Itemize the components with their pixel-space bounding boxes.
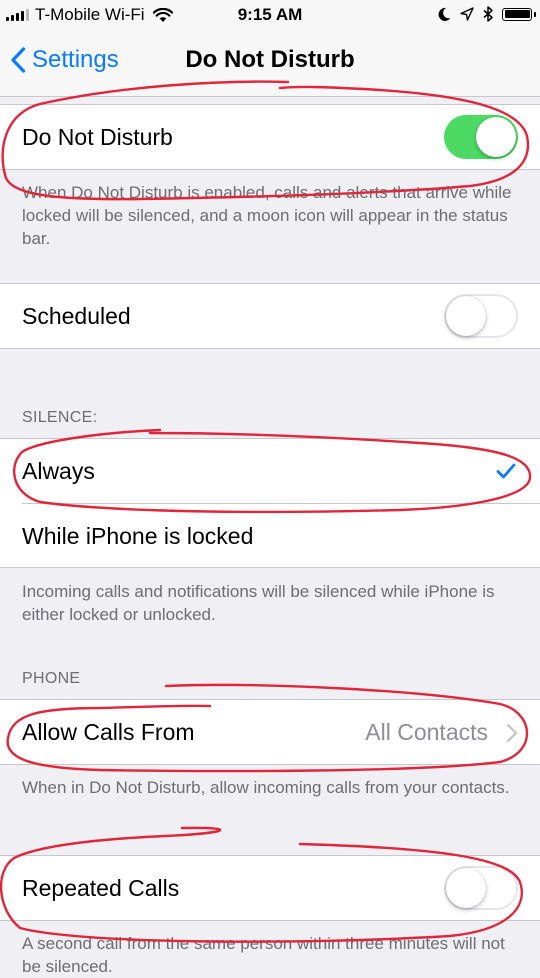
phone-section-header: PHONE xyxy=(22,670,81,687)
do-not-disturb-cell: Do Not Disturb xyxy=(0,104,540,170)
do-not-disturb-toggle[interactable] xyxy=(444,115,518,159)
repeated-calls-footer: A second call from the same person withi… xyxy=(22,934,505,976)
checkmark-icon xyxy=(496,463,516,479)
allow-calls-from-footer: When in Do Not Disturb, allow incoming c… xyxy=(22,778,510,797)
repeated-calls-cell: Repeated Calls xyxy=(0,855,540,921)
allow-calls-from-value: All Contacts xyxy=(365,719,488,745)
toggle-knob xyxy=(476,117,516,157)
silence-footer: Incoming calls and notifications will be… xyxy=(22,582,495,624)
scheduled-cell: Scheduled xyxy=(0,283,540,349)
navigation-bar: Settings Do Not Disturb xyxy=(0,32,540,97)
page-title: Do Not Disturb xyxy=(185,46,355,73)
moon-icon xyxy=(438,7,451,21)
scheduled-label: Scheduled xyxy=(22,303,131,329)
repeated-calls-label: Repeated Calls xyxy=(22,875,180,901)
silence-option-label: While iPhone is locked xyxy=(22,523,254,549)
silence-option-while-locked[interactable]: While iPhone is locked xyxy=(0,504,540,568)
silence-section-header: SILENCE: xyxy=(22,409,98,426)
status-bar: T-Mobile Wi-Fi 9:15 AM xyxy=(0,0,540,32)
chevron-right-icon xyxy=(506,723,518,743)
location-icon xyxy=(460,7,474,21)
bluetooth-icon xyxy=(483,6,493,22)
do-not-disturb-label: Do Not Disturb xyxy=(22,124,173,150)
repeated-calls-toggle[interactable] xyxy=(444,866,518,910)
allow-calls-from-cell[interactable]: Allow Calls From All Contacts xyxy=(0,699,540,765)
scheduled-toggle[interactable] xyxy=(444,294,518,338)
allow-calls-from-label: Allow Calls From xyxy=(22,719,195,745)
do-not-disturb-footer: When Do Not Disturb is enabled, calls an… xyxy=(22,183,512,248)
battery-icon xyxy=(502,7,536,21)
toggle-knob xyxy=(446,296,486,336)
silence-options-group: Always While iPhone is locked xyxy=(0,438,540,568)
silence-option-always[interactable]: Always xyxy=(0,439,540,503)
status-right xyxy=(437,6,536,22)
toggle-knob xyxy=(446,868,486,908)
silence-option-label: Always xyxy=(22,458,95,484)
